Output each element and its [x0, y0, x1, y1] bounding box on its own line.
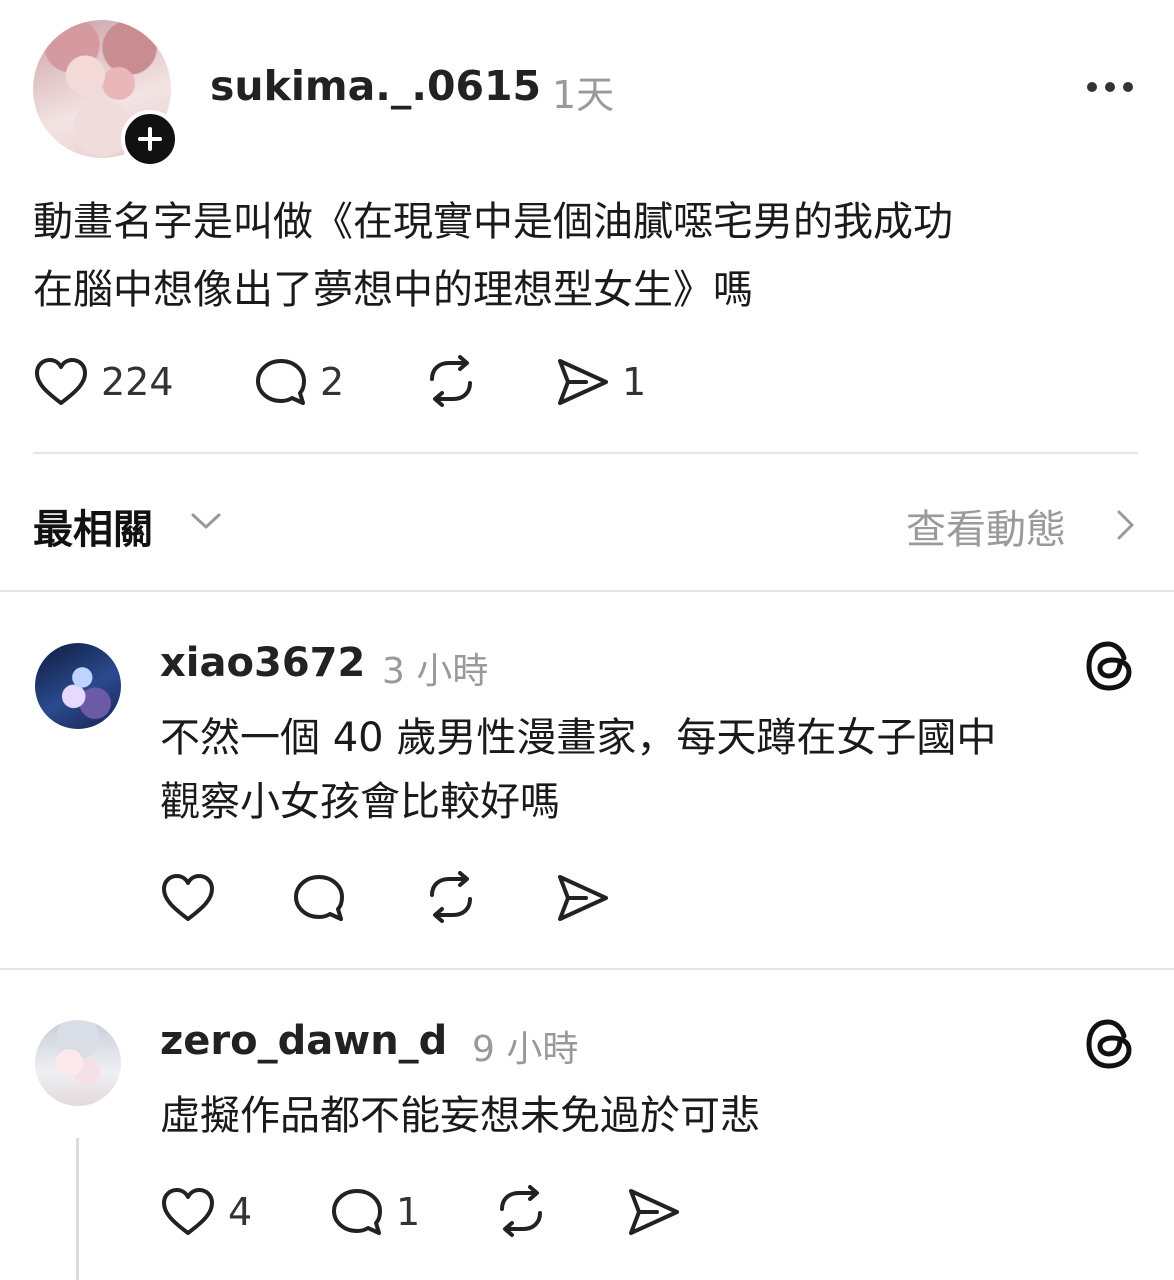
- reply-button[interactable]: 1: [330, 1187, 420, 1237]
- repost-button[interactable]: [424, 355, 478, 407]
- chevron-right-icon: [1117, 510, 1134, 540]
- comment-icon: [332, 1189, 382, 1235]
- more-options-button[interactable]: [1084, 77, 1136, 97]
- comment-time: 3 小時: [382, 651, 489, 692]
- repost-icon: [430, 355, 472, 407]
- post-text: 動畫名字是叫做《在現實中是個油膩噁宅男的我成功 在腦中想像出了夢想中的理想型女生…: [33, 188, 1143, 324]
- comment-icon: [256, 359, 306, 405]
- section-divider: [0, 590, 1174, 592]
- comment-avatar[interactable]: [35, 643, 121, 729]
- author-username[interactable]: sukima._.0615: [210, 62, 541, 110]
- heart-icon: [162, 1188, 214, 1235]
- repost-icon: [430, 871, 472, 923]
- reply-count: 2: [320, 360, 345, 404]
- plus-icon: [138, 127, 162, 151]
- threads-icon[interactable]: [1084, 640, 1136, 692]
- thread-connector-line: [76, 1138, 79, 1280]
- section-divider: [0, 968, 1174, 970]
- comment-username[interactable]: zero_dawn_d: [160, 1018, 447, 1064]
- comment-time: 9 小時: [472, 1029, 579, 1070]
- comment-text-line: 不然一個 40 歲男性漫畫家，每天蹲在女子國中: [160, 715, 997, 761]
- heart-icon: [35, 358, 87, 405]
- like-button[interactable]: 4: [160, 1187, 252, 1237]
- send-icon: [629, 1189, 679, 1235]
- divider: [33, 452, 1138, 454]
- reply-button[interactable]: [292, 873, 346, 923]
- comment-text-line: 觀察小女孩會比較好嗎: [160, 779, 560, 825]
- share-button[interactable]: 1: [556, 357, 646, 407]
- sort-dropdown[interactable]: 最相關: [33, 497, 153, 555]
- comment-avatar[interactable]: [35, 1020, 121, 1106]
- send-icon: [558, 359, 608, 405]
- threads-icon[interactable]: [1084, 1018, 1136, 1070]
- post-text-line: 在腦中想像出了夢想中的理想型女生》嗎: [33, 267, 753, 313]
- like-button[interactable]: 224: [33, 357, 174, 407]
- post-text-line: 動畫名字是叫做《在現實中是個油膩噁宅男的我成功: [33, 199, 953, 245]
- heart-icon: [162, 874, 214, 921]
- like-count: 4: [228, 1190, 253, 1234]
- view-activity-link[interactable]: 查看動態: [906, 497, 1066, 555]
- follow-button[interactable]: [121, 110, 179, 168]
- more-icon: [1087, 82, 1133, 92]
- repost-button[interactable]: [494, 1185, 548, 1237]
- repost-icon: [500, 1185, 542, 1237]
- reply-button[interactable]: 2: [254, 357, 344, 407]
- comment-username[interactable]: xiao3672: [160, 640, 365, 686]
- comment-icon: [294, 875, 344, 921]
- post-time: 1天: [552, 73, 615, 117]
- share-button[interactable]: [556, 873, 610, 923]
- like-count: 224: [101, 360, 174, 404]
- chevron-down-icon: [191, 513, 221, 529]
- like-button[interactable]: [160, 873, 216, 923]
- share-button[interactable]: [627, 1187, 681, 1237]
- comment-text-line: 虛擬作品都不能妄想未免過於可悲: [160, 1093, 760, 1139]
- reply-count: 1: [396, 1190, 421, 1234]
- send-icon: [558, 875, 608, 921]
- comment-text: 虛擬作品都不能妄想未免過於可悲: [160, 1084, 1140, 1148]
- repost-button[interactable]: [424, 871, 478, 923]
- share-count: 1: [622, 360, 647, 404]
- comment-text: 不然一個 40 歲男性漫畫家，每天蹲在女子國中 觀察小女孩會比較好嗎: [160, 706, 1140, 834]
